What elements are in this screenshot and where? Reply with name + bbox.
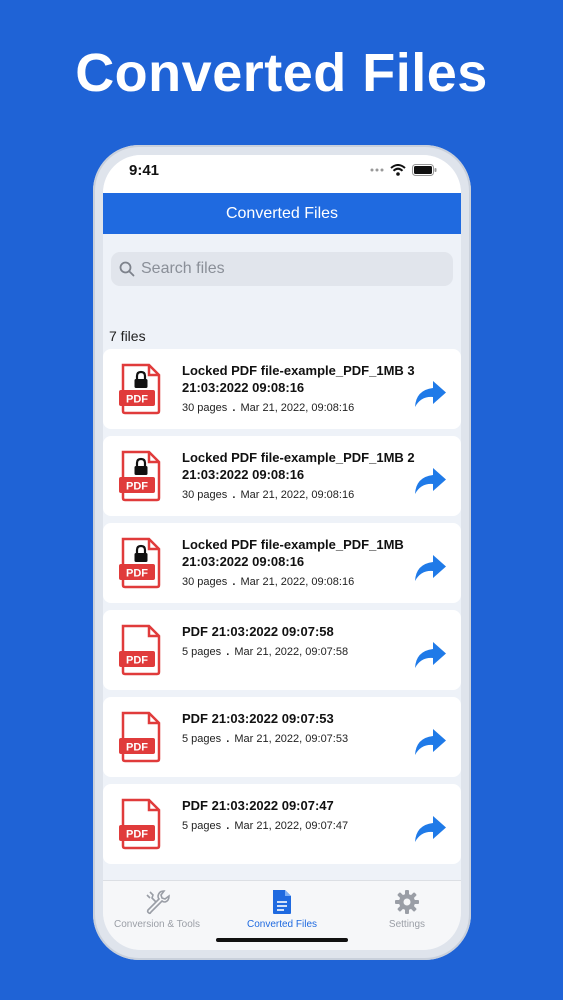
file-date: Mar 21, 2022, 09:07:47 bbox=[234, 820, 349, 832]
pdf-file-icon: PDF bbox=[119, 537, 161, 589]
share-arrow-icon[interactable] bbox=[413, 640, 447, 670]
file-row[interactable]: PDF Locked PDF file-example_PDF_1MB 3 21… bbox=[103, 349, 461, 429]
meta-separator: . bbox=[226, 820, 230, 832]
file-pages: 5 pages bbox=[182, 646, 222, 658]
file-row[interactable]: PDF PDF 21:03:2022 09:07:53 5 pages . Ma… bbox=[103, 697, 461, 777]
file-title: Locked PDF file-example_PDF_1MB 21:03:20… bbox=[182, 537, 404, 569]
share-arrow-icon[interactable] bbox=[413, 814, 447, 844]
tab-bar: Conversion & Tools Converted Files Setti… bbox=[103, 880, 461, 950]
pdf-badge-text: PDF bbox=[126, 568, 148, 580]
file-row[interactable]: PDF Locked PDF file-example_PDF_1MB 2 21… bbox=[103, 436, 461, 516]
document-icon bbox=[273, 890, 291, 914]
file-date: Mar 21, 2022, 09:08:16 bbox=[240, 576, 355, 588]
file-title: Locked PDF file-example_PDF_1MB 3 21:03:… bbox=[182, 363, 415, 395]
signal-dots-icon bbox=[370, 168, 384, 172]
nav-bar: Converted Files bbox=[103, 193, 461, 234]
pdf-file-icon: PDF bbox=[119, 450, 161, 502]
wrench-icon bbox=[146, 890, 170, 915]
pdf-badge-text: PDF bbox=[126, 742, 148, 754]
pdf-file-icon: PDF bbox=[119, 711, 161, 763]
status-time: 9:41 bbox=[129, 162, 160, 179]
file-meta: 30 pages . Mar 21, 2022, 09:08:16 bbox=[182, 402, 354, 414]
meta-separator: . bbox=[226, 646, 230, 658]
file-meta: 5 pages . Mar 21, 2022, 09:07:53 bbox=[182, 733, 348, 745]
file-meta: 5 pages . Mar 21, 2022, 09:07:58 bbox=[182, 646, 348, 658]
file-pages: 30 pages bbox=[182, 576, 228, 588]
pdf-badge-text: PDF bbox=[126, 655, 148, 667]
status-bar: 9:41 bbox=[103, 155, 461, 193]
file-date: Mar 21, 2022, 09:07:58 bbox=[234, 646, 349, 658]
home-indicator bbox=[216, 938, 348, 942]
page-title: Converted Files bbox=[225, 204, 339, 222]
search-icon bbox=[119, 261, 135, 277]
tab-label: Settings bbox=[388, 919, 426, 930]
share-arrow-icon[interactable] bbox=[413, 379, 447, 409]
tab-settings[interactable]: Settings bbox=[347, 889, 461, 930]
pdf-file-icon: PDF bbox=[119, 624, 161, 676]
battery-icon bbox=[412, 164, 437, 176]
status-icons bbox=[370, 164, 437, 176]
file-pages: 5 pages bbox=[182, 733, 222, 745]
meta-separator: . bbox=[232, 402, 236, 414]
file-title: Locked PDF file-example_PDF_1MB 2 21:03:… bbox=[182, 450, 415, 482]
share-arrow-icon[interactable] bbox=[413, 466, 447, 496]
phone-frame: 9:41 Converted Files Search files 7 file… bbox=[93, 145, 471, 960]
pdf-badge-text: PDF bbox=[126, 394, 148, 406]
file-pages: 5 pages bbox=[182, 820, 222, 832]
search-bar[interactable] bbox=[111, 252, 453, 286]
promo-headline: Converted Files bbox=[75, 43, 488, 103]
file-pages: 30 pages bbox=[182, 402, 228, 414]
file-date: Mar 21, 2022, 09:07:53 bbox=[234, 733, 349, 745]
meta-separator: . bbox=[232, 576, 236, 588]
file-title: PDF 21:03:2022 09:07:53 bbox=[182, 711, 334, 726]
tab-conversion-tools[interactable]: Conversion & Tools bbox=[103, 889, 217, 930]
share-arrow-icon[interactable] bbox=[413, 727, 447, 757]
file-meta: 5 pages . Mar 21, 2022, 09:07:47 bbox=[182, 820, 348, 832]
tab-converted-files[interactable]: Converted Files bbox=[222, 889, 342, 930]
file-date: Mar 21, 2022, 09:08:16 bbox=[240, 489, 355, 501]
file-row[interactable]: PDF PDF 21:03:2022 09:07:58 5 pages . Ma… bbox=[103, 610, 461, 690]
file-title: PDF 21:03:2022 09:07:58 bbox=[182, 624, 334, 639]
search-input[interactable] bbox=[141, 260, 431, 278]
pdf-badge-text: PDF bbox=[126, 481, 148, 493]
file-list: PDF Locked PDF file-example_PDF_1MB 3 21… bbox=[103, 349, 461, 871]
file-pages: 30 pages bbox=[182, 489, 228, 501]
wifi-icon bbox=[390, 164, 406, 176]
meta-separator: . bbox=[226, 733, 230, 745]
meta-separator: . bbox=[232, 489, 236, 501]
file-date: Mar 21, 2022, 09:08:16 bbox=[240, 402, 355, 414]
tab-label: Conversion & Tools bbox=[114, 919, 200, 930]
file-row[interactable]: PDF Locked PDF file-example_PDF_1MB 21:0… bbox=[103, 523, 461, 603]
file-row[interactable]: PDF PDF 21:03:2022 09:07:47 5 pages . Ma… bbox=[103, 784, 461, 864]
gear-icon bbox=[395, 890, 419, 914]
share-arrow-icon[interactable] bbox=[413, 553, 447, 583]
app-screen: 9:41 Converted Files Search files 7 file… bbox=[103, 155, 461, 950]
tab-label: Converted Files bbox=[246, 919, 318, 930]
file-meta: 30 pages . Mar 21, 2022, 09:08:16 bbox=[182, 489, 354, 501]
file-count: 7 files bbox=[109, 328, 146, 344]
file-title: PDF 21:03:2022 09:07:47 bbox=[182, 798, 334, 813]
file-meta: 30 pages . Mar 21, 2022, 09:08:16 bbox=[182, 576, 354, 588]
pdf-file-icon: PDF bbox=[119, 363, 161, 415]
pdf-badge-text: PDF bbox=[126, 829, 148, 841]
pdf-file-icon: PDF bbox=[119, 798, 161, 850]
